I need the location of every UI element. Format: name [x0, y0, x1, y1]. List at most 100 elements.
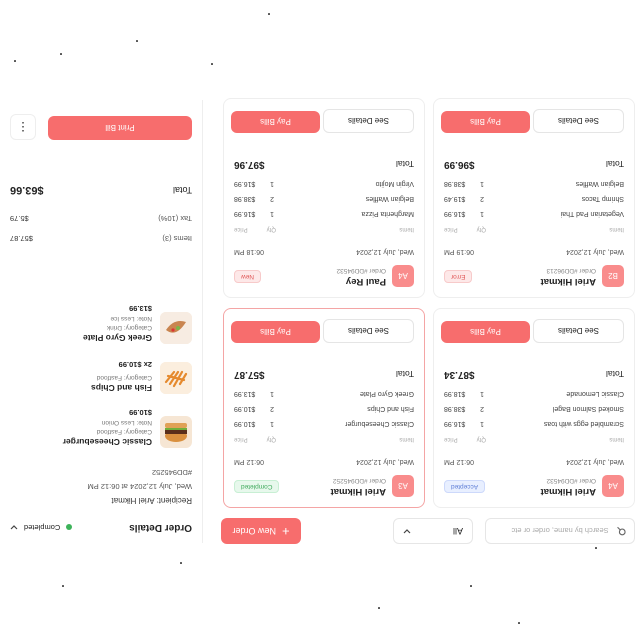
item-row: Smoked Salmon Bagel 2 $38.98: [444, 398, 624, 412]
fries-image: [160, 362, 192, 394]
order-date: Wed, July 12,2024: [566, 248, 624, 255]
order-number: Order #DD945252: [332, 477, 386, 484]
item-name: Fish and Chips: [91, 383, 152, 393]
item-category: Category: Fastfood: [96, 374, 152, 381]
item-price: $18.99: [444, 390, 466, 397]
order-date: Wed, July 12,2024: [356, 458, 414, 465]
pay-bills-button[interactable]: Pay Bills: [231, 321, 320, 343]
status-badge: New: [234, 270, 262, 283]
order-time: 06:12 PM: [444, 458, 474, 465]
search-box[interactable]: [485, 518, 635, 544]
item-price: $13.99: [234, 390, 256, 397]
filter-value: All: [452, 526, 463, 536]
order-number: Order #DD94532: [546, 477, 597, 484]
item-price: $13.99: [129, 304, 152, 313]
panel-status-select[interactable]: Completed: [10, 523, 73, 532]
see-details-button[interactable]: See Details: [533, 319, 624, 343]
item-qty: 1: [270, 390, 274, 397]
item-name: Fish and Chips: [367, 405, 414, 412]
col-qty-header: Qty: [476, 226, 486, 232]
tax-label: Tax (10%): [158, 214, 192, 223]
item-name: Classic Cheeseburger: [345, 420, 414, 427]
item-qty: 1: [480, 420, 484, 427]
search-icon: [617, 526, 626, 536]
status-badge: Accepted: [444, 480, 486, 493]
item-qty: 1: [270, 420, 274, 427]
item-qty: 2: [270, 195, 274, 202]
print-bill-button[interactable]: Print Bill: [48, 116, 192, 140]
total-value: $63.66: [10, 184, 44, 196]
pay-bills-button[interactable]: Pay Bills: [441, 111, 530, 133]
item-category: Category: Drink: [106, 324, 152, 331]
col-items-header: Items: [399, 226, 414, 232]
see-details-button[interactable]: See Details: [323, 319, 414, 343]
burger-image: [160, 416, 192, 448]
item-name: Classic Lemonade: [566, 390, 624, 397]
item-row: Greek Gyro Plate 1 $13.99: [234, 383, 414, 397]
status-badge: Error: [444, 270, 473, 283]
item-price: $16.99: [444, 420, 466, 427]
col-price-header: Price: [234, 436, 248, 442]
item-row: Classic Lemonade 1 $18.99: [444, 383, 624, 397]
total-value: $96.99: [444, 159, 475, 170]
table-badge: B2: [602, 265, 624, 287]
item-qty: 2: [480, 195, 484, 202]
item-qty: 1: [270, 210, 274, 217]
panel-title: Order Details: [129, 522, 192, 533]
more-options-icon[interactable]: ⋮: [10, 114, 36, 140]
item-qty: 1: [270, 180, 274, 187]
item-name: Belgian Waffles: [365, 195, 414, 202]
pay-bills-button[interactable]: Pay Bills: [441, 321, 530, 343]
list-item: Fish and Chips Category: Fastfood 2x $10…: [10, 351, 192, 397]
items-label: Items (3): [162, 234, 192, 243]
order-number: Order #DD96213: [546, 267, 597, 274]
order-time: 06:19 PM: [444, 248, 474, 255]
customer-name: Ariel Hikmat: [330, 486, 386, 497]
item-name: Smoked Salmon Bagel: [552, 405, 624, 412]
see-details-button[interactable]: See Details: [533, 109, 624, 133]
item-name: Shrimp Tacos: [581, 195, 624, 202]
col-items-header: Items: [399, 436, 414, 442]
item-category: Category: Fastfood: [96, 428, 152, 435]
order-card[interactable]: A4 Paul Rey Order #DD94532 New Wed, July…: [223, 98, 425, 298]
item-row: Scrambled eggs with toas 1 $16.99: [444, 413, 624, 427]
filter-select[interactable]: All: [393, 518, 473, 544]
total-label: Total: [396, 369, 414, 379]
col-items-header: Items: [609, 226, 624, 232]
tax-row: Tax (10%) $5.79: [10, 214, 192, 223]
item-row: Vegetarian Pad Thai 1 $16.99: [444, 203, 624, 217]
order-card[interactable]: A4 Ariel Hikmat Order #DD94532 Accepted …: [433, 308, 635, 508]
order-date: Wed, July 12,2024: [356, 248, 414, 255]
items-subtotal-row: Items (3) $57.87: [10, 234, 192, 243]
order-card[interactable]: A3 Ariel Hikmat Order #DD945252 Complete…: [223, 308, 425, 508]
total-label: Total: [606, 369, 624, 379]
item-qty: 2: [480, 405, 484, 412]
pay-bills-button[interactable]: Pay Bills: [231, 111, 320, 133]
total-value: $57.87: [234, 369, 265, 380]
order-details-panel: Order Details Completed Recipient: Ariel…: [0, 100, 203, 543]
col-price-header: Price: [444, 226, 458, 232]
status-dot-icon: [66, 524, 73, 531]
table-badge: A4: [602, 475, 624, 497]
search-input[interactable]: [494, 525, 611, 537]
new-order-label: New Order: [232, 526, 276, 536]
item-price: $38.98: [444, 180, 466, 187]
order-time: 06:18 PM: [234, 248, 264, 255]
status-badge: Completed: [234, 480, 280, 493]
chevron-down-icon: [403, 529, 411, 534]
new-order-button[interactable]: + New Order: [221, 518, 301, 544]
customer-name: Ariel Hikmat: [540, 276, 596, 287]
item-qty: 1: [480, 210, 484, 217]
col-qty-header: Qty: [266, 226, 276, 232]
order-datetime: Wed, July 12,2024 at 06:12 PM: [87, 482, 192, 491]
table-badge: A3: [392, 475, 414, 497]
col-price-header: Price: [444, 436, 458, 442]
order-card[interactable]: B2 Ariel Hikmat Order #DD96213 Error Wed…: [433, 98, 635, 298]
see-details-button[interactable]: See Details: [323, 109, 414, 133]
col-qty-header: Qty: [476, 436, 486, 442]
item-name: Virgin Mojito: [375, 180, 414, 187]
panel-status: Completed: [24, 523, 61, 532]
item-price: $16.99: [234, 210, 256, 217]
gyro-image: [160, 312, 192, 344]
item-name: Scrambled eggs with toas: [543, 420, 624, 427]
